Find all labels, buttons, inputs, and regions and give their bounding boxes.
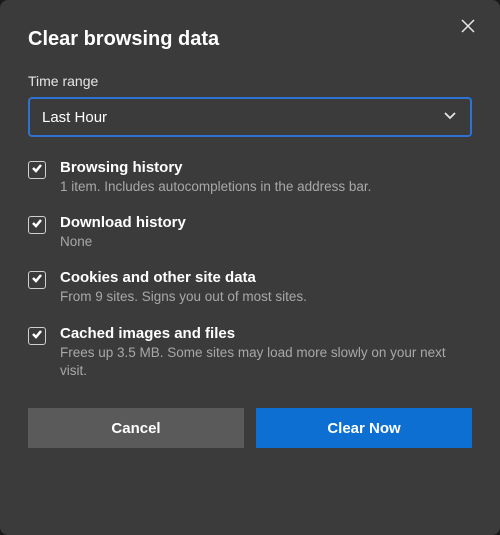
checkbox-cache[interactable]: [28, 327, 46, 345]
check-icon: [31, 216, 43, 234]
checkbox-download-history[interactable]: [28, 216, 46, 234]
option-desc: None: [60, 233, 186, 251]
check-icon: [31, 271, 43, 289]
chevron-down-icon: [442, 107, 458, 127]
time-range-label: Time range: [28, 73, 472, 89]
check-icon: [31, 161, 43, 179]
option-desc: From 9 sites. Signs you out of most site…: [60, 288, 307, 306]
dialog-buttons: Cancel Clear Now: [28, 408, 472, 448]
time-range-select[interactable]: Last Hour: [28, 97, 472, 137]
clear-now-button[interactable]: Clear Now: [256, 408, 472, 448]
cancel-button[interactable]: Cancel: [28, 408, 244, 448]
option-browsing-history: Browsing history 1 item. Includes autoco…: [28, 159, 472, 196]
checkbox-cookies[interactable]: [28, 271, 46, 289]
dialog-title: Clear browsing data: [28, 28, 472, 51]
option-desc: Frees up 3.5 MB. Some sites may load mor…: [60, 344, 472, 380]
option-title: Cached images and files: [60, 325, 472, 342]
checkbox-browsing-history[interactable]: [28, 161, 46, 179]
option-cache: Cached images and files Frees up 3.5 MB.…: [28, 325, 472, 380]
option-title: Cookies and other site data: [60, 269, 307, 286]
close-icon: [460, 18, 476, 39]
clear-browsing-data-dialog: Clear browsing data Time range Last Hour…: [0, 0, 500, 535]
option-title: Download history: [60, 214, 186, 231]
time-range-value: Last Hour: [42, 109, 107, 126]
close-button[interactable]: [456, 16, 480, 40]
check-icon: [31, 327, 43, 345]
option-title: Browsing history: [60, 159, 371, 176]
options-list: Browsing history 1 item. Includes autoco…: [28, 159, 472, 380]
option-cookies: Cookies and other site data From 9 sites…: [28, 269, 472, 306]
option-desc: 1 item. Includes autocompletions in the …: [60, 178, 371, 196]
option-download-history: Download history None: [28, 214, 472, 251]
